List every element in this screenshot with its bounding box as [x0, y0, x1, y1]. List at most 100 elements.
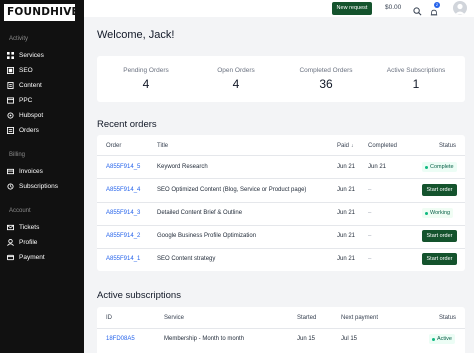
order-paid: Jun 21 — [337, 164, 356, 170]
start-order-button[interactable]: Start order — [422, 184, 457, 196]
sort-arrow-icon[interactable]: ↓ — [351, 143, 354, 149]
sidebar-item-label: Payment — [19, 253, 45, 261]
order-paid: Jun 21 — [337, 256, 356, 262]
sidebar-item-ppc[interactable]: PPC — [7, 94, 32, 106]
order-completed: – — [368, 210, 372, 216]
sidebar-item-label: Services — [19, 51, 44, 59]
sidebar-item-services[interactable]: Services — [7, 49, 44, 61]
order-title: Keyword Research — [157, 164, 208, 170]
sidebar-item-label: Invoices — [19, 167, 43, 175]
active-subscriptions-heading: Active subscriptions — [97, 290, 181, 301]
stat-value: 4 — [232, 77, 240, 91]
stat-value: 36 — [319, 77, 333, 91]
order-link[interactable]: A855F914_5 — [106, 164, 140, 170]
foundhive-logo[interactable]: FOUNDHIVE. — [4, 4, 75, 21]
column-header-paid[interactable]: Paid — [337, 143, 349, 149]
sidebar: FOUNDHIVE. Activity Services SEO Content… — [0, 0, 84, 353]
search-icon[interactable] — [413, 3, 422, 16]
start-order-button[interactable]: Start order — [422, 253, 457, 265]
sidebar-item-orders[interactable]: Orders — [7, 124, 39, 136]
column-header-status: Status — [439, 315, 457, 321]
stat-completed-orders: Completed Orders 36 — [280, 56, 372, 102]
account-balance: $0.00 — [385, 4, 402, 11]
sidebar-section-account: Account — [9, 208, 31, 214]
sidebar-item-payment[interactable]: Payment — [7, 251, 45, 263]
order-paid: Jun 21 — [337, 210, 356, 216]
stat-label: Open Orders — [217, 67, 255, 74]
stat-label: Active Subscriptions — [386, 67, 446, 74]
payment-icon — [7, 254, 14, 261]
sidebar-item-hubspot[interactable]: Hubspot — [7, 109, 43, 121]
stats-card: Pending Orders 4 Open Orders 4 Completed… — [97, 56, 465, 102]
sidebar-item-invoices[interactable]: Invoices — [7, 165, 43, 177]
avatar[interactable] — [453, 1, 467, 15]
order-completed: Jun 21 — [368, 164, 387, 170]
content-icon — [7, 81, 14, 89]
recent-orders-heading: Recent orders — [97, 119, 157, 130]
hubspot-icon — [7, 111, 14, 119]
sidebar-item-label: Subscriptions — [19, 182, 59, 190]
subscription-started: Jun 15 — [297, 336, 316, 342]
order-paid: Jun 21 — [337, 233, 356, 239]
sidebar-item-label: Orders — [19, 126, 39, 134]
stat-label: Completed Orders — [299, 67, 353, 74]
active-subscriptions-table: ID Service Started Next payment Status 1… — [97, 307, 465, 353]
order-title: SEO Optimized Content (Blog, Service or … — [157, 187, 307, 193]
stat-pending-orders: Pending Orders 4 — [100, 56, 192, 102]
stat-value: 4 — [142, 77, 150, 91]
column-header-completed: Completed — [368, 143, 398, 149]
sidebar-item-tickets[interactable]: Tickets — [7, 221, 39, 233]
order-title: Google Business Profile Optimization — [157, 233, 257, 239]
order-link[interactable]: A855F914_1 — [106, 256, 140, 262]
order-link[interactable]: A855F914_3 — [106, 210, 140, 216]
order-link[interactable]: A855F914_4 — [106, 187, 140, 193]
grid-icon — [7, 51, 14, 59]
ppc-icon — [7, 96, 14, 104]
page-title: Welcome, Jack! — [97, 29, 175, 41]
status-badge: Complete — [422, 162, 457, 172]
order-title: Detailed Content Brief & Outline — [157, 210, 243, 216]
sidebar-item-label: Hubspot — [19, 111, 44, 119]
subscription-service: Membership - Month to month — [164, 336, 245, 342]
sidebar-item-profile[interactable]: Profile — [7, 236, 37, 248]
order-completed: – — [368, 256, 372, 262]
invoice-icon — [7, 168, 14, 175]
sidebar-section-billing: Billing — [9, 152, 26, 158]
sidebar-item-content[interactable]: Content — [7, 79, 42, 91]
sidebar-item-seo[interactable]: SEO — [7, 64, 33, 76]
row-divider — [97, 225, 465, 226]
orders-icon — [7, 126, 14, 134]
sidebar-item-label: Profile — [19, 238, 38, 246]
subscriptions-icon — [7, 182, 14, 190]
recent-orders-table: Order Title Paid ↓ Completed Status A855… — [97, 135, 465, 271]
stat-active-subscriptions: Active Subscriptions 1 — [370, 56, 462, 102]
stat-value: 1 — [412, 77, 420, 91]
column-header-id: ID — [106, 315, 112, 321]
subscription-id-link[interactable]: 18FD08A5 — [106, 336, 135, 342]
row-divider — [97, 155, 465, 156]
row-divider — [97, 178, 465, 179]
sidebar-item-label: Content — [19, 81, 42, 89]
column-header-title: Title — [157, 143, 169, 149]
stat-label: Pending Orders — [123, 67, 169, 74]
order-completed: – — [368, 187, 372, 193]
column-header-status: Status — [439, 143, 457, 149]
sidebar-item-subscriptions[interactable]: Subscriptions — [7, 180, 58, 192]
subscription-next-payment: Jul 15 — [341, 336, 358, 342]
order-link[interactable]: A855F914_2 — [106, 233, 140, 239]
row-divider — [97, 328, 465, 329]
column-header-next-payment: Next payment — [341, 315, 379, 321]
status-badge: Working — [422, 208, 454, 218]
notification-badge: 2 — [434, 2, 440, 8]
row-divider — [97, 202, 465, 203]
order-paid: Jun 21 — [337, 187, 356, 193]
seo-icon — [7, 66, 14, 74]
sidebar-section-activity: Activity — [9, 36, 29, 42]
new-request-button[interactable]: New request — [332, 2, 372, 15]
row-divider — [97, 248, 465, 249]
sidebar-item-label: PPC — [19, 96, 33, 104]
start-order-button[interactable]: Start order — [422, 230, 457, 242]
order-completed: – — [368, 233, 372, 239]
status-badge: Active — [429, 334, 455, 344]
stat-open-orders: Open Orders 4 — [190, 56, 282, 102]
